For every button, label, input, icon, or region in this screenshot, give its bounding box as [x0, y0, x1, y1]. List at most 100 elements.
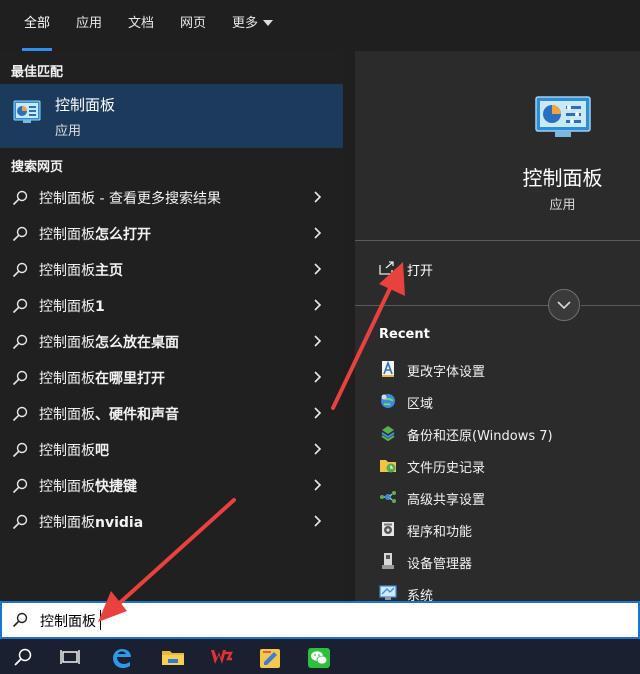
tab-documents[interactable]: 文档 — [128, 0, 154, 51]
divider — [355, 240, 640, 241]
recent-heading: Recent — [379, 327, 430, 342]
result-prefix: 控制面板 — [39, 227, 95, 243]
recent-item-label: 程序和功能 — [407, 525, 473, 540]
web-result-label: 控制面板、硬件和声音 — [39, 404, 179, 424]
chevron-right-icon[interactable] — [313, 443, 322, 455]
search-icon — [14, 648, 32, 666]
recent-item[interactable]: 更改字体设置 — [355, 353, 640, 385]
font-icon — [382, 360, 394, 377]
recent-item-label: 备份和还原(Windows 7) — [407, 429, 553, 444]
recent-item[interactable]: 高级共享设置 — [355, 481, 640, 513]
search-icon — [12, 612, 28, 628]
web-result-row[interactable]: 控制面板怎么打开 — [0, 215, 343, 251]
task-view-button[interactable] — [47, 640, 93, 674]
recent-item[interactable]: 程序和功能 — [355, 513, 640, 545]
file-history-icon — [380, 460, 396, 473]
wps-button[interactable] — [198, 640, 244, 674]
text-cursor — [100, 610, 101, 630]
region-icon — [381, 394, 395, 408]
recent-item-label: 文件历史记录 — [407, 461, 486, 476]
chevron-right-icon[interactable] — [313, 479, 322, 491]
search-icon — [12, 262, 28, 278]
file-explorer-icon — [162, 651, 184, 665]
web-result-row[interactable]: 控制面板怎么放在桌面 — [0, 323, 343, 359]
recent-item[interactable]: 设备管理器 — [355, 545, 640, 577]
result-bold-suffix: 怎么打开 — [95, 227, 151, 243]
web-result-label: 控制面板1 — [39, 296, 105, 316]
web-result-label: 控制面板 - 查看更多搜索结果 — [39, 188, 221, 208]
notes-button[interactable] — [246, 640, 292, 674]
search-icon — [12, 514, 28, 530]
wechat-button[interactable] — [295, 640, 341, 674]
result-prefix: 控制面板 — [39, 479, 95, 495]
web-result-row[interactable]: 控制面板nvidia — [0, 503, 343, 539]
web-result-row[interactable]: 控制面板1 — [0, 287, 343, 323]
web-result-row[interactable]: 控制面板主页 — [0, 251, 343, 287]
best-match-name: 控制面板 — [55, 96, 116, 114]
chevron-right-icon[interactable] — [313, 299, 322, 311]
recent-item[interactable]: 区域 — [355, 385, 640, 417]
web-search-heading: 搜索网页 — [11, 160, 64, 175]
tab-apps[interactable]: 应用 — [76, 0, 102, 51]
sharing-icon — [380, 491, 396, 503]
system-icon — [379, 585, 397, 600]
preview-panel: 控制面板 应用 打开 Recent 更改字体设置 区域 备份和还原(Windows … — [355, 51, 640, 604]
web-result-label: 控制面板怎么放在桌面 — [39, 332, 179, 352]
chevron-right-icon[interactable] — [313, 371, 322, 383]
recent-item-label: 高级共享设置 — [407, 493, 486, 508]
web-result-row[interactable]: 控制面板吧 — [0, 431, 343, 467]
divider — [581, 305, 640, 306]
tab-more[interactable]: 更多 — [232, 0, 274, 51]
result-bold-suffix: 快捷键 — [95, 479, 137, 495]
chevron-right-icon[interactable] — [313, 407, 322, 419]
chevron-right-icon[interactable] — [313, 515, 322, 527]
web-result-row[interactable]: 控制面板 - 查看更多搜索结果 — [0, 179, 343, 215]
result-prefix: 控制面板 — [39, 191, 95, 207]
search-icon — [12, 190, 28, 206]
search-input[interactable] — [40, 609, 600, 633]
chevron-right-icon[interactable] — [313, 191, 322, 203]
results-panel: 最佳匹配 控制面板 应用 搜索网页 控制面板 - 查看更多搜索结果 控制面板怎么打… — [0, 51, 343, 601]
web-result-label: 控制面板怎么打开 — [39, 224, 151, 244]
search-icon — [12, 406, 28, 422]
result-prefix: 控制面板 — [39, 299, 95, 315]
best-match-heading: 最佳匹配 — [11, 65, 64, 80]
tab-web[interactable]: 网页 — [180, 0, 206, 51]
recent-item[interactable]: 备份和还原(Windows 7) — [355, 417, 640, 449]
backup-icon — [381, 426, 395, 442]
chevron-down-icon — [557, 301, 571, 310]
tab-more-label: 更多 — [232, 16, 259, 31]
web-result-label: 控制面板nvidia — [39, 512, 143, 532]
tab-all[interactable]: 全部 — [21, 0, 53, 51]
chevron-right-icon[interactable] — [313, 227, 322, 239]
recent-item-label: 区域 — [407, 397, 434, 412]
taskbar — [0, 640, 640, 674]
chevron-right-icon[interactable] — [313, 263, 322, 275]
recent-item[interactable]: 文件历史记录 — [355, 449, 640, 481]
open-action[interactable]: 打开 — [355, 249, 640, 289]
search-icon — [12, 478, 28, 494]
best-match-item[interactable]: 控制面板 应用 — [0, 84, 343, 148]
web-result-label: 控制面板在哪里打开 — [39, 368, 165, 388]
edge-button[interactable] — [99, 640, 145, 674]
expand-button[interactable] — [548, 289, 580, 321]
result-prefix: 控制面板 — [39, 335, 95, 351]
web-result-label: 控制面板吧 — [39, 440, 109, 460]
best-match-type: 应用 — [55, 124, 82, 139]
web-result-row[interactable]: 控制面板快捷键 — [0, 467, 343, 503]
web-result-row[interactable]: 控制面板在哪里打开 — [0, 359, 343, 395]
result-prefix: 控制面板 — [39, 407, 95, 423]
app-title: 控制面板 — [522, 166, 603, 190]
chevron-right-icon[interactable] — [313, 335, 322, 347]
search-box[interactable] — [0, 601, 640, 639]
search-icon — [12, 334, 28, 350]
device-manager-icon — [382, 553, 394, 569]
search-icon — [12, 370, 28, 386]
notes-icon — [260, 649, 280, 668]
web-result-row[interactable]: 控制面板、硬件和声音 — [0, 395, 343, 431]
divider — [355, 305, 548, 306]
file-explorer-button[interactable] — [149, 640, 195, 674]
result-bold-suffix: nvidia — [95, 515, 144, 531]
taskbar-search-button[interactable] — [0, 640, 46, 674]
web-result-label: 控制面板主页 — [39, 260, 123, 280]
